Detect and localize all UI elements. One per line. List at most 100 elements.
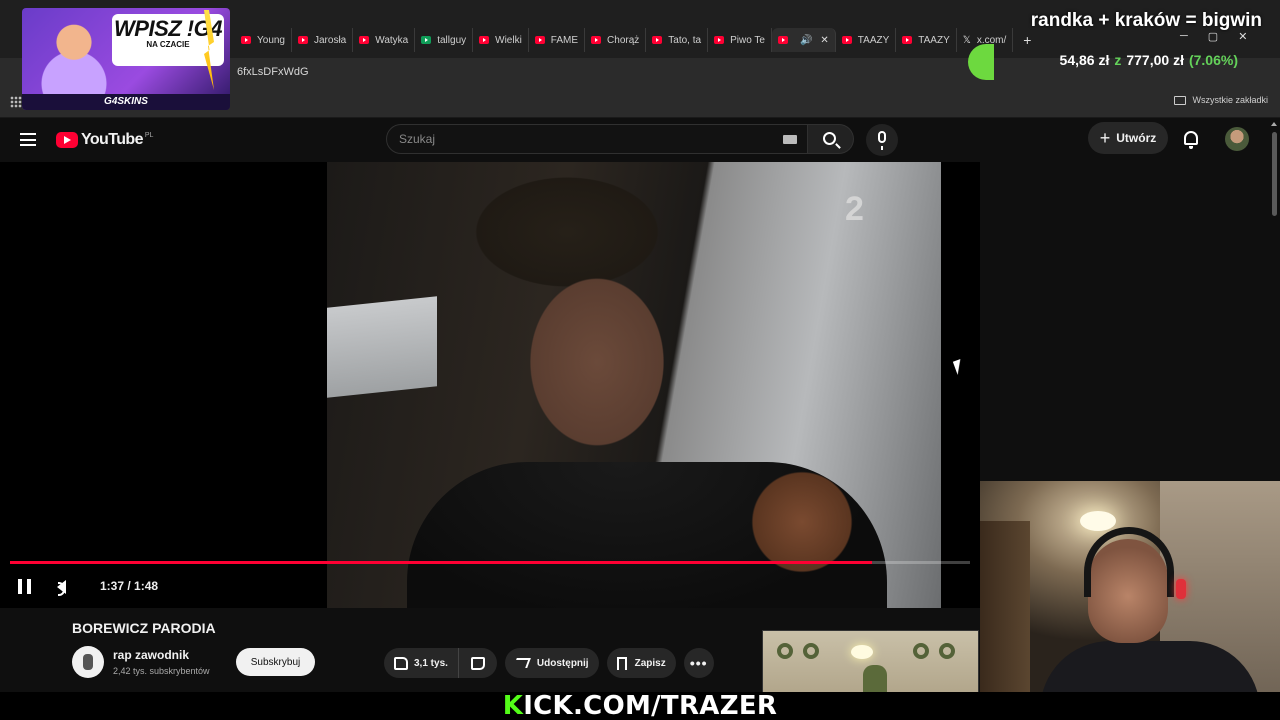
more-horizontal-icon: ••• [689,655,708,671]
share-icon [513,658,531,668]
wreath-decoration [777,643,793,659]
all-bookmarks-button[interactable]: Wszystkie zakładki [1174,95,1268,105]
promo-character-image [24,10,124,102]
microphone-icon [878,131,886,150]
search-icon [823,132,836,145]
create-button[interactable]: + Utwórz [1088,122,1168,154]
search-input[interactable] [399,130,759,148]
search-box[interactable] [386,124,808,154]
wreath-decoration [913,643,929,659]
secondary-webcam [762,630,979,696]
tab-label: FAME [550,34,579,46]
video-actions: 3,1 tys. Udostępnij Zapisz ••• [384,648,714,678]
youtube-icon [841,36,852,44]
notifications-bell-icon[interactable] [1184,131,1198,149]
video-player[interactable]: 2 1:37 / 1:48 [0,162,980,608]
tab-label: TAAZY [918,34,950,46]
time-display: 1:37 / 1:48 [100,579,159,593]
browser-tab[interactable]: Chorąż [585,28,647,52]
donation-current: 54,86 zł [1059,52,1110,68]
url-text[interactable]: 6fxLsDFxWdG [237,66,309,78]
share-label: Udostępnij [536,657,589,669]
save-label: Zapisz [634,657,666,669]
youtube-icon [534,36,545,44]
wreath-decoration [803,643,819,659]
browser-tab[interactable]: TAAZY [896,28,957,52]
new-tab-icon[interactable]: + [1023,32,1031,48]
more-actions-button[interactable]: ••• [683,648,714,678]
promo-banner: WPISZ !G4 NA CZACIE G4SKINS [22,8,230,110]
browser-tab[interactable]: 🔊 ✕ [771,28,836,52]
share-button[interactable]: Udostępnij [504,648,599,678]
like-button[interactable]: 3,1 tys. [384,648,459,678]
tab-label: Chorąż [607,34,640,46]
tab-close-icon[interactable]: ✕ [820,35,828,46]
save-button[interactable]: Zapisz [606,648,676,678]
browser-tab[interactable]: Young [235,28,292,52]
progress-bar[interactable] [10,561,970,564]
youtube-icon [359,36,370,44]
streamer-webcam [980,481,1280,720]
all-bookmarks-label: Wszystkie zakładki [1192,95,1268,105]
account-avatar[interactable] [1225,127,1249,151]
pause-icon[interactable] [18,579,31,594]
youtube-icon [652,36,663,44]
thumbs-down-icon [470,656,485,670]
browser-tab[interactable]: Jarosła [292,28,354,52]
mouse-cursor-icon [952,359,966,375]
youtube-play-icon [56,132,78,148]
wreath-decoration [939,643,955,659]
headset-led [1176,579,1186,599]
volume-icon[interactable] [57,580,66,596]
browser-tab[interactable]: TAAZY [836,28,897,52]
tab-label: Tato, ta [668,34,702,46]
youtube-icon [777,36,788,44]
progress-fill [10,561,873,564]
donation-separator: z [1114,52,1122,68]
kick-url: KICK.COM/TRAZER [503,691,778,720]
youtube-icon [298,36,308,44]
youtube-icon [714,36,725,44]
plus-icon: + [1099,128,1111,148]
youtube-icon [479,36,490,44]
create-label: Utwórz [1116,131,1157,145]
subscribe-button[interactable]: Subskrybuj [236,648,315,676]
youtube-header: YouTube PL + Utwórz [0,118,1280,162]
browser-tab[interactable]: Piwo Te [708,28,772,52]
menu-icon[interactable] [20,133,36,146]
browser-tab[interactable]: Watyka [353,28,416,52]
browser-tab[interactable]: tallguy [415,28,474,52]
donation-goal: 777,00 zł [1126,52,1184,68]
player-controls: 1:37 / 1:48 [0,572,980,602]
video-frame[interactable]: 2 [327,162,941,608]
channel-name[interactable]: rap zawodnik [113,648,189,662]
voice-search-button[interactable] [866,124,898,156]
tab-label: Watyka [375,34,409,46]
promo-brand: G4SKINS [22,94,230,110]
channel-avatar[interactable] [72,646,104,678]
tab-label: Wielki [495,34,522,46]
browser-tab[interactable]: Tato, ta [646,28,709,52]
tab-audio-icon[interactable]: 🔊 [800,35,812,46]
apps-grid-icon[interactable] [10,96,22,108]
logo-text: YouTube [81,131,143,148]
browser-tab[interactable]: Wielki [473,28,529,52]
region-code: PL [144,131,154,139]
video-person-hand [747,462,857,582]
video-title: BOREWICZ PARODIA [72,620,216,636]
scroll-up-arrow-icon[interactable] [1271,122,1277,126]
dislike-button[interactable] [459,648,497,678]
keyboard-icon[interactable] [783,135,797,144]
like-dislike-group: 3,1 tys. [384,648,497,678]
scroll-thumb[interactable] [1272,132,1277,216]
youtube-logo[interactable]: YouTube PL [56,131,153,149]
tab-label: TAAZY [857,34,890,46]
tab-label: tallguy [437,34,467,46]
webcam-lamp [1080,511,1116,531]
kick-banner: KICK.COM/TRAZER [0,692,1280,720]
tab-label: Piwo Te [730,34,765,46]
screen: Young Jarosła Watyka tallguy Wielki FAME Chorą… [0,0,1280,720]
subscriber-count: 2,42 tys. subskrybentów [113,666,210,676]
browser-tab[interactable]: FAME [529,28,586,52]
search-button[interactable] [808,124,854,154]
